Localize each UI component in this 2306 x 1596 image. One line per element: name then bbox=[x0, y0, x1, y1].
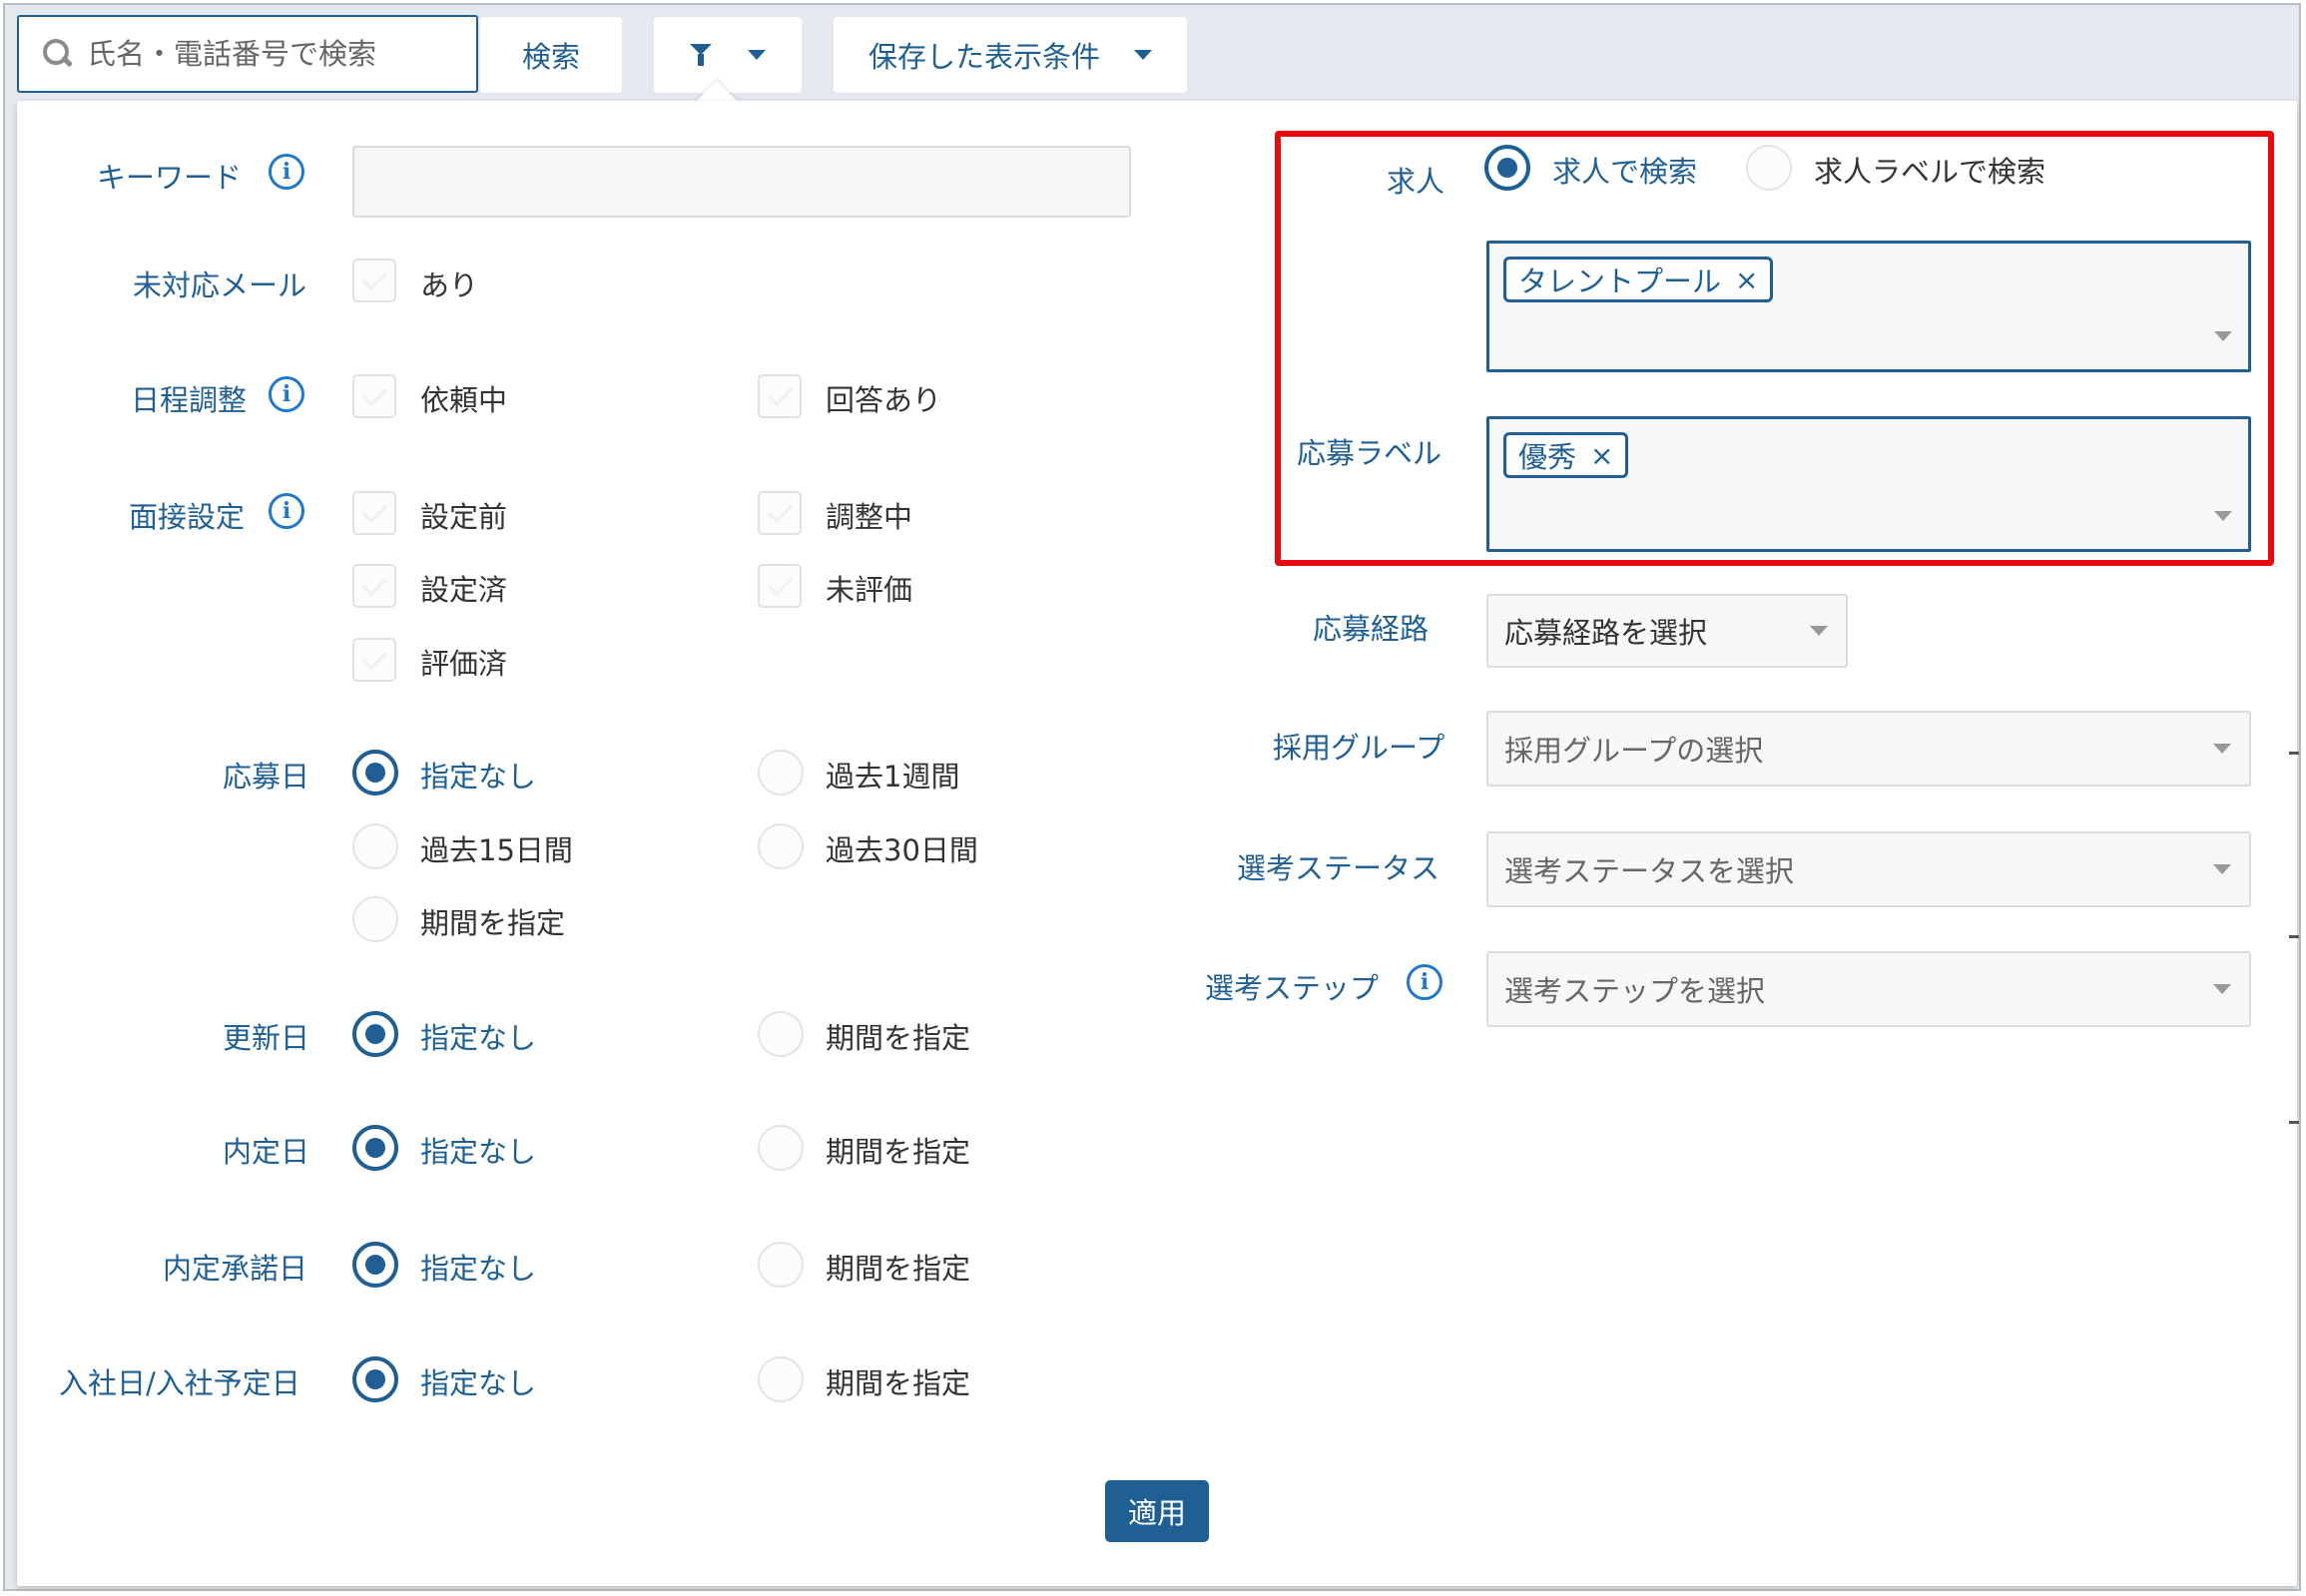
edge-divider bbox=[2289, 935, 2299, 938]
selection-status-label: 選考ステータス bbox=[1237, 851, 1441, 885]
option-label: 期間を指定 bbox=[826, 1366, 971, 1400]
select-placeholder: 選考ステップを選択 bbox=[1504, 974, 1766, 1008]
option-label: 設定前 bbox=[420, 500, 508, 534]
option-label: 指定なし bbox=[420, 1021, 537, 1055]
app-frame: 検索 保存した表示条件 キーワード i 未対応メール あり 日程調整 i 依頼中… bbox=[3, 3, 2301, 1591]
checkbox-interview-before[interactable] bbox=[352, 491, 396, 535]
option-label: 指定なし bbox=[420, 1252, 537, 1286]
keyword-input[interactable] bbox=[352, 146, 1131, 218]
select-value: 応募経路を選択 bbox=[1504, 616, 1708, 650]
interview-label: 面接設定 bbox=[129, 500, 246, 534]
radio-offer-date-none[interactable] bbox=[352, 1125, 398, 1171]
info-icon[interactable]: i bbox=[269, 376, 304, 412]
option-label: 調整中 bbox=[826, 500, 913, 534]
radio-apply-date-1week[interactable] bbox=[758, 750, 804, 796]
option-label: 過去30日間 bbox=[826, 833, 978, 867]
selection-step-label: 選考ステップ bbox=[1205, 971, 1380, 1005]
checkbox-interview-rated[interactable] bbox=[352, 638, 396, 682]
checkbox-interview-adjusting[interactable] bbox=[758, 491, 802, 535]
unhandled-mail-label: 未対応メール bbox=[133, 268, 307, 302]
info-icon[interactable]: i bbox=[269, 154, 304, 190]
info-icon[interactable]: i bbox=[269, 493, 304, 529]
checkbox-interview-set[interactable] bbox=[352, 564, 396, 608]
radio-apply-date-30days[interactable] bbox=[758, 823, 804, 869]
option-label: 指定なし bbox=[420, 1135, 537, 1169]
info-icon[interactable]: i bbox=[1407, 964, 1442, 1000]
search-button[interactable]: 検索 bbox=[480, 17, 622, 93]
option-label: 指定なし bbox=[420, 1366, 537, 1400]
radio-apply-date-range[interactable] bbox=[352, 896, 398, 942]
chevron-down-icon bbox=[1134, 50, 1152, 60]
chevron-down-icon bbox=[2213, 984, 2231, 994]
radio-apply-date-15days[interactable] bbox=[352, 823, 398, 869]
checkbox-schedule-requested[interactable] bbox=[352, 374, 396, 418]
checkbox-interview-unrated[interactable] bbox=[758, 564, 802, 608]
selection-status-select[interactable]: 選考ステータスを選択 bbox=[1486, 831, 2251, 907]
option-label: 期間を指定 bbox=[826, 1252, 971, 1286]
apply-date-label: 応募日 bbox=[223, 760, 310, 794]
radio-offer-accept-date-none[interactable] bbox=[352, 1242, 398, 1288]
radio-updated-date-none[interactable] bbox=[352, 1011, 398, 1057]
filter-panel: キーワード i 未対応メール あり 日程調整 i 依頼中 回答あり 面接設定 i… bbox=[17, 101, 2297, 1586]
option-label: 期間を指定 bbox=[826, 1135, 971, 1169]
offer-date-label: 内定日 bbox=[223, 1135, 310, 1169]
top-bar: 検索 保存した表示条件 bbox=[5, 5, 2299, 99]
option-label: 依頼中 bbox=[420, 383, 508, 417]
radio-join-date-range[interactable] bbox=[758, 1356, 804, 1402]
saved-conditions-label: 保存した表示条件 bbox=[867, 40, 1100, 74]
radio-apply-date-none[interactable] bbox=[352, 750, 398, 796]
search-input[interactable] bbox=[87, 24, 476, 84]
checkbox-unhandled-mail[interactable] bbox=[352, 259, 396, 302]
highlight-box bbox=[1275, 131, 2274, 566]
keyword-label: キーワード bbox=[97, 161, 243, 195]
checkbox-schedule-answered[interactable] bbox=[758, 374, 802, 418]
option-label: 期間を指定 bbox=[826, 1021, 971, 1055]
updated-date-label: 更新日 bbox=[223, 1021, 310, 1055]
apply-route-label: 応募経路 bbox=[1313, 612, 1430, 646]
option-label: あり bbox=[420, 268, 479, 302]
recruit-group-select[interactable]: 採用グループの選択 bbox=[1486, 711, 2251, 787]
option-label: 回答あり bbox=[826, 383, 942, 417]
option-label: 過去1週間 bbox=[826, 760, 960, 794]
select-placeholder: 選考ステータスを選択 bbox=[1504, 854, 1795, 888]
apply-button[interactable]: 適用 bbox=[1105, 1480, 1209, 1542]
chevron-down-icon bbox=[1810, 626, 1828, 636]
search-box[interactable] bbox=[17, 15, 478, 93]
join-date-label: 入社日/入社予定日 bbox=[59, 1366, 300, 1400]
search-icon bbox=[41, 37, 75, 71]
option-label: 指定なし bbox=[420, 760, 537, 794]
option-label: 過去15日間 bbox=[420, 833, 573, 867]
option-label: 期間を指定 bbox=[420, 906, 566, 940]
option-label: 未評価 bbox=[826, 573, 913, 607]
filter-icon bbox=[690, 44, 712, 66]
edge-divider bbox=[2289, 752, 2299, 755]
edge-divider bbox=[2289, 1121, 2299, 1124]
chevron-down-icon bbox=[748, 50, 766, 60]
option-label: 設定済 bbox=[420, 573, 508, 607]
radio-offer-date-range[interactable] bbox=[758, 1125, 804, 1171]
offer-accept-date-label: 内定承諾日 bbox=[163, 1252, 308, 1286]
radio-offer-accept-date-range[interactable] bbox=[758, 1242, 804, 1288]
filter-dropdown-button[interactable] bbox=[654, 17, 802, 93]
select-placeholder: 採用グループの選択 bbox=[1504, 734, 1764, 768]
radio-updated-date-range[interactable] bbox=[758, 1011, 804, 1057]
schedule-label: 日程調整 bbox=[131, 383, 248, 417]
saved-conditions-button[interactable]: 保存した表示条件 bbox=[834, 17, 1187, 93]
radio-join-date-none[interactable] bbox=[352, 1356, 398, 1402]
selection-step-select[interactable]: 選考ステップを選択 bbox=[1486, 951, 2251, 1027]
recruit-group-label: 採用グループ bbox=[1273, 731, 1445, 765]
chevron-down-icon bbox=[2213, 864, 2231, 874]
apply-route-select[interactable]: 応募経路を選択 bbox=[1486, 594, 1848, 668]
chevron-down-icon bbox=[2213, 744, 2231, 754]
option-label: 評価済 bbox=[420, 647, 508, 681]
